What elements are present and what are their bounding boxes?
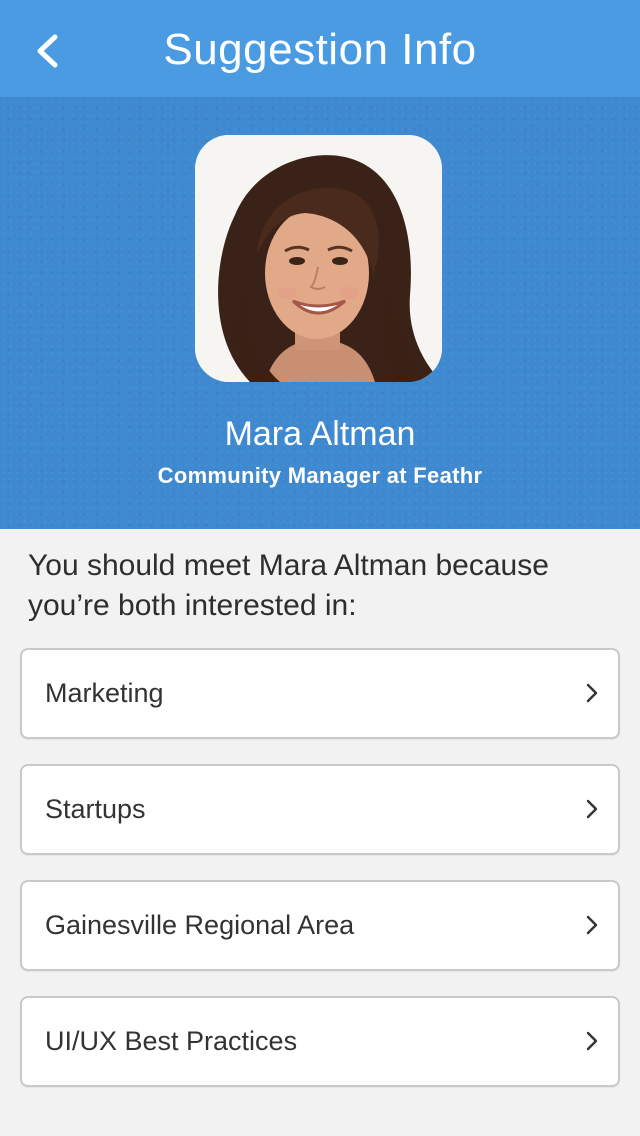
- profile-photo: [195, 135, 442, 382]
- interest-label: UI/UX Best Practices: [45, 1026, 298, 1056]
- interest-label: Gainesville Regional Area: [45, 910, 355, 940]
- interest-list: Marketing Startups Gainesville Regional …: [20, 648, 620, 1112]
- chevron-right-icon: [586, 1031, 598, 1051]
- interest-label: Startups: [45, 794, 146, 824]
- avatar: [195, 135, 442, 382]
- interest-item-marketing[interactable]: Marketing: [20, 648, 620, 739]
- reason-text: You should meet Mara Altman because you’…: [28, 549, 549, 622]
- nav-bar: Suggestion Info: [0, 0, 640, 98]
- interest-item-startups[interactable]: Startups: [20, 764, 620, 855]
- profile-header: Mara Altman Community Manager at Feathr: [0, 98, 640, 529]
- interest-label: Marketing: [45, 678, 164, 708]
- page-title: Suggestion Info: [163, 25, 477, 74]
- profile-name: Mara Altman: [224, 415, 416, 453]
- chevron-right-icon: [586, 683, 598, 703]
- chevron-right-icon: [586, 799, 598, 819]
- chevron-right-icon: [586, 915, 598, 935]
- profile-role: Community Manager at Feathr: [157, 463, 483, 488]
- interest-item-gainesville[interactable]: Gainesville Regional Area: [20, 880, 620, 971]
- interest-item-ui-ux[interactable]: UI/UX Best Practices: [20, 996, 620, 1087]
